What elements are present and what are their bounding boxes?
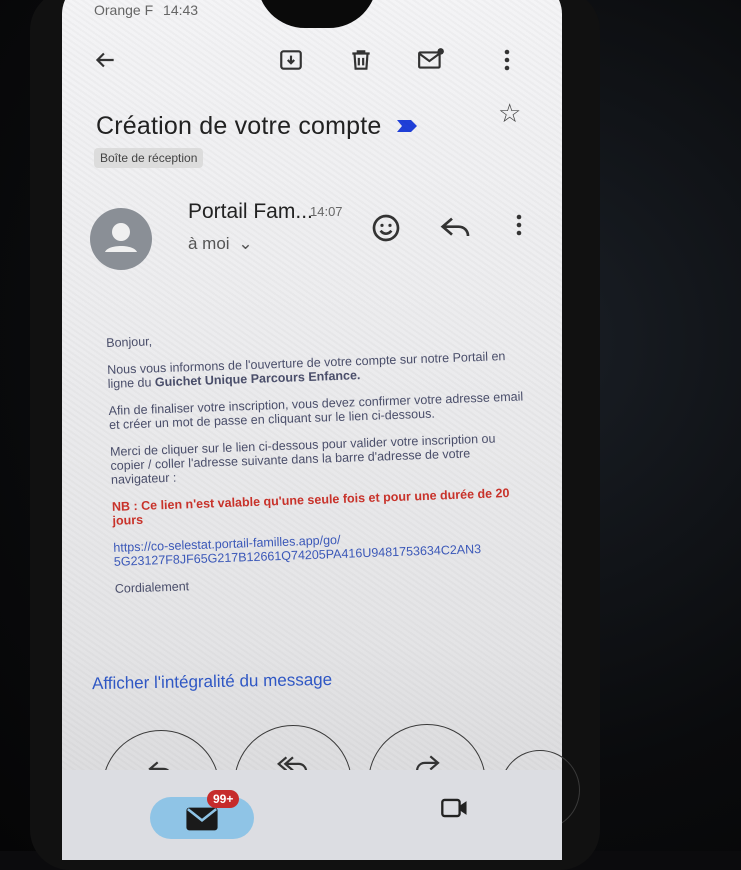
body-paragraph-2: Afin de finaliser votre inscription, vou…: [108, 389, 524, 432]
mail-icon: [186, 807, 218, 831]
important-marker-icon[interactable]: [395, 118, 419, 134]
inbox-label-chip[interactable]: Boîte de réception: [94, 148, 204, 168]
clock: 14:43: [163, 2, 199, 18]
sender-avatar[interactable]: [90, 208, 152, 270]
recipient-label: à moi: [188, 234, 230, 253]
star-icon[interactable]: ☆: [498, 98, 521, 129]
trash-icon[interactable]: [346, 45, 376, 75]
status-bar: Orange F 14:43: [94, 2, 204, 18]
camera-notch: [257, 0, 377, 28]
more-vert-icon[interactable]: [492, 45, 522, 75]
nav-mail-tab[interactable]: [150, 797, 254, 839]
validity-warning: NB : Ce lien n'est valable qu'une seule …: [111, 486, 510, 528]
sender-name[interactable]: Portail Fam...: [188, 200, 313, 224]
archive-icon[interactable]: [276, 45, 306, 75]
closing: Cordialement: [114, 579, 190, 596]
email-subject: Création de votre compte: [96, 112, 419, 141]
video-camera-icon: [441, 798, 467, 818]
bottom-navigation: [62, 770, 562, 860]
subject-text: Création de votre compte: [96, 112, 382, 140]
confirmation-link[interactable]: https://co-selestat.portail-familles.app…: [113, 526, 534, 569]
show-full-message-link[interactable]: Afficher l'intégralité du message: [92, 670, 332, 694]
chevron-down-icon: ⌄: [238, 234, 253, 253]
nav-meet-tab[interactable]: [440, 796, 470, 825]
carrier-label: Orange F: [94, 2, 154, 18]
back-arrow-icon[interactable]: [90, 45, 120, 75]
body-paragraph-3: Merci de cliquer sur le lien ci-dessous …: [109, 431, 496, 487]
reply-icon[interactable]: [440, 214, 472, 247]
email-toolbar: [62, 35, 562, 85]
more-vert-icon[interactable]: [515, 212, 523, 243]
email-body: Bonjour, Nous vous informons de l'ouvert…: [106, 321, 535, 608]
body-paragraph-1: Nous vous informons de l'ouverture de vo…: [107, 348, 528, 391]
recipient-toggle[interactable]: à moi ⌄: [188, 234, 253, 254]
emoji-reaction-icon[interactable]: [370, 212, 402, 249]
mark-unread-icon[interactable]: [416, 45, 446, 75]
person-icon: [105, 223, 137, 252]
email-time: 14:07: [310, 204, 343, 219]
unread-count-badge: 99+: [207, 790, 240, 808]
